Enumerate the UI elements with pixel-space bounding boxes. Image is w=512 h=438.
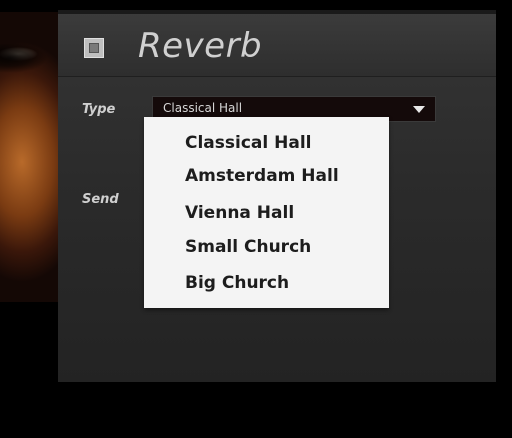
chevron-down-icon[interactable] bbox=[413, 106, 425, 113]
type-label: Type bbox=[82, 102, 116, 117]
send-label: Send bbox=[82, 192, 119, 207]
option-small-church[interactable]: Small Church bbox=[185, 237, 311, 257]
option-vienna-hall[interactable]: Vienna Hall bbox=[185, 203, 294, 223]
option-big-church[interactable]: Big Church bbox=[185, 273, 289, 293]
reverb-type-value: Classical Hall bbox=[163, 101, 243, 115]
option-classical-hall[interactable]: Classical Hall bbox=[185, 133, 312, 153]
power-toggle-icon[interactable] bbox=[84, 38, 104, 58]
instrument-artwork bbox=[0, 12, 58, 302]
option-amsterdam-hall[interactable]: Amsterdam Hall bbox=[185, 166, 339, 186]
module-title: Reverb bbox=[138, 26, 263, 66]
reverb-type-dropdown: Classical Hall Amsterdam Hall Vienna Hal… bbox=[144, 117, 389, 308]
reverb-header bbox=[58, 14, 496, 77]
